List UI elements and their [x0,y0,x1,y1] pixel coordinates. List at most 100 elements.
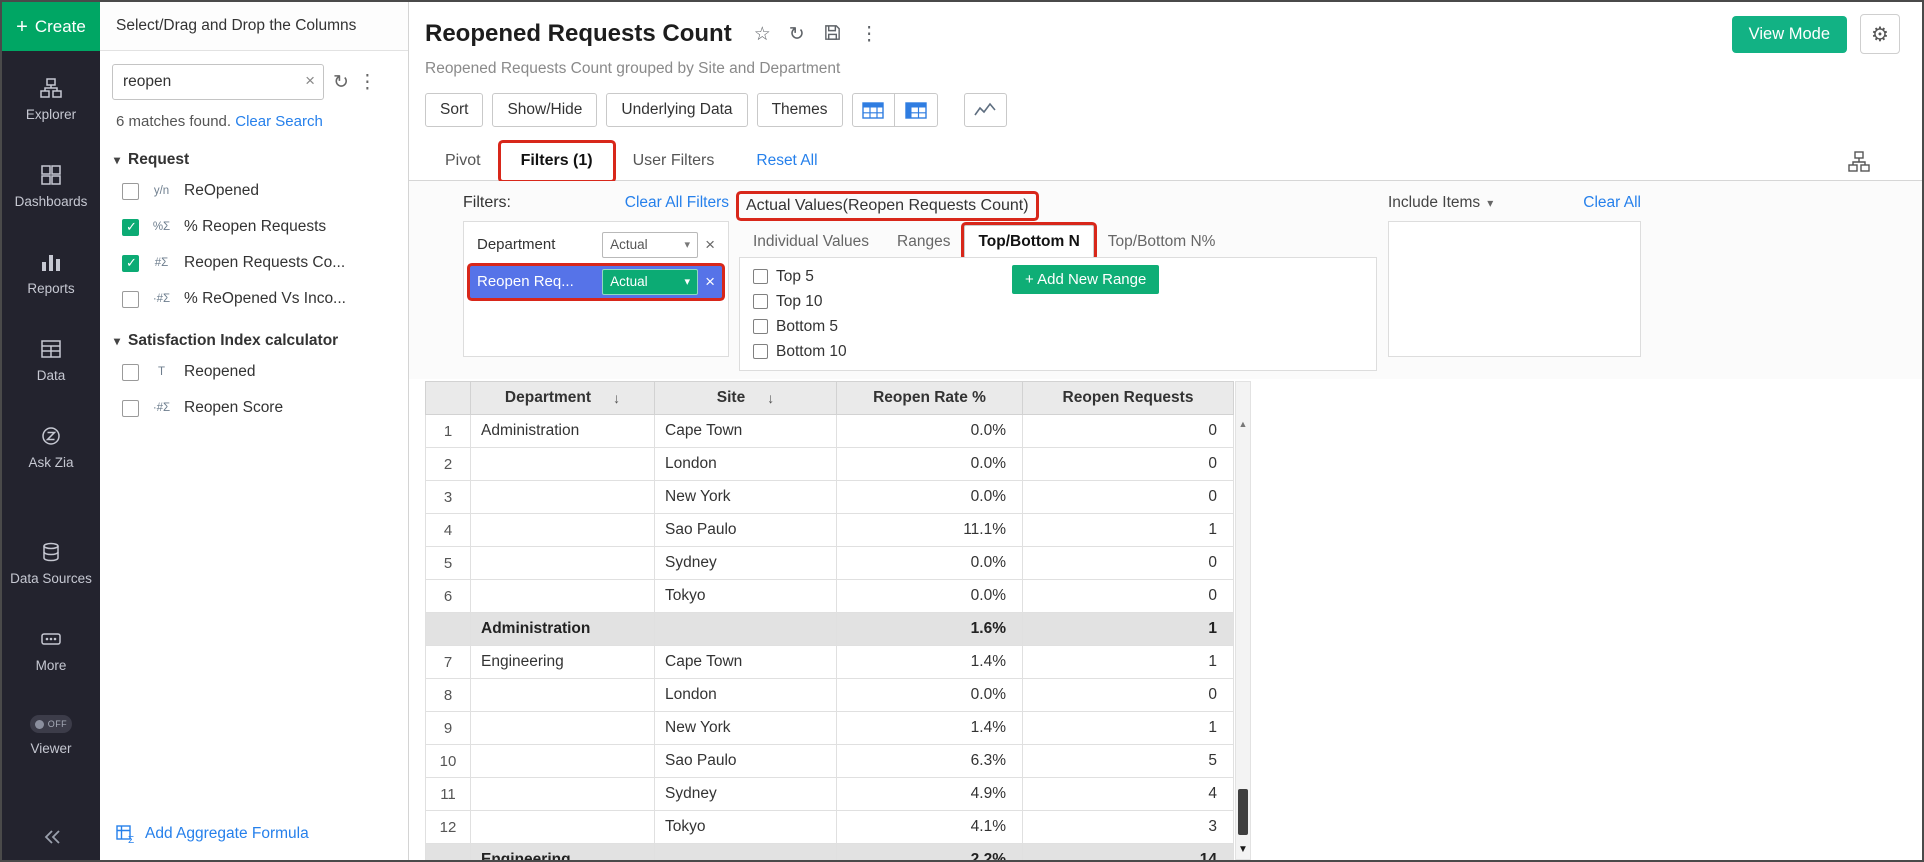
clear-search-link[interactable]: Clear Search [235,113,323,130]
checkbox[interactable] [122,400,139,417]
checkbox[interactable] [753,344,768,359]
table-row[interactable]: 12Tokyo4.1%3 [426,811,1234,844]
col-header-department[interactable]: Department↓ [471,382,655,415]
table-row[interactable]: 10Sao Paulo6.3%5 [426,745,1234,778]
checkbox[interactable] [122,219,139,236]
clear-all-link[interactable]: Clear All [1583,194,1641,212]
search-input[interactable] [112,64,324,100]
checkbox[interactable] [122,183,139,200]
add-formula-label: Add Aggregate Formula [145,825,309,843]
tree-item-reopen-requests-count[interactable]: #Σ Reopen Requests Co... [114,245,398,281]
pivot-view-button[interactable] [895,93,938,127]
sidebar-item-data-sources[interactable]: Data Sources [2,541,100,588]
sidebar-item-explorer[interactable]: Explorer [2,77,100,124]
tree-item-reopened-text[interactable]: T Reopened [114,354,398,390]
favorite-star-icon[interactable]: ☆ [754,25,771,44]
checkbox[interactable] [753,269,768,284]
sidebar-item-more[interactable]: More [2,628,100,675]
remove-filter-icon[interactable]: × [705,236,715,253]
table-row[interactable]: 7EngineeringCape Town1.4%1 [426,646,1234,679]
table-row[interactable]: 2London0.0%0 [426,448,1234,481]
spreadsheet-view-button[interactable] [852,93,895,127]
tree-group-request[interactable]: ▾ Request [114,151,398,169]
title-kebab-icon[interactable]: ⋮ [860,25,879,44]
remove-filter-icon[interactable]: × [705,273,715,290]
show-hide-button[interactable]: Show/Hide [492,93,597,127]
sidebar-item-ask-zia[interactable]: Ask Zia [2,425,100,472]
save-icon[interactable] [823,23,842,46]
collapse-sidebar-button[interactable] [2,826,100,848]
checkbox[interactable] [122,255,139,272]
table-row[interactable]: 6Tokyo0.0%0 [426,580,1234,613]
tab-ranges[interactable]: Ranges [883,225,964,258]
filter-mode-select[interactable]: Actual ▾ [602,232,698,258]
checkbox[interactable] [753,319,768,334]
tab-pivot[interactable]: Pivot [425,143,501,180]
table-scrollbar[interactable]: ▲ ▼ [1235,381,1251,860]
scrollbar-thumb[interactable] [1238,789,1248,835]
scroll-up-icon[interactable]: ▲ [1236,419,1250,429]
nav-label: Dashboards [15,194,88,211]
include-items-dropdown[interactable]: Include Items ▾ [1388,194,1493,212]
add-new-range-button[interactable]: + Add New Range [1012,265,1159,294]
table-row[interactable]: 5Sydney0.0%0 [426,547,1234,580]
view-mode-button[interactable]: View Mode [1732,16,1847,53]
columns-tree: ▾ Request y/n ReOpened %Σ % Reopen Reque… [100,132,408,808]
tab-individual-values[interactable]: Individual Values [739,225,883,258]
tab-top-bottom-n-pct[interactable]: Top/Bottom N% [1094,225,1230,258]
summary-row[interactable]: Engineering2.2%14 [426,844,1234,860]
tree-item-pct-reopen-requests[interactable]: %Σ % Reopen Requests [114,209,398,245]
tree-item-reopened-yn[interactable]: y/n ReOpened [114,173,398,209]
panel-kebab-icon[interactable]: ⋮ [358,73,377,92]
convert-to-chart-button[interactable] [964,93,1007,127]
settings-gear-button[interactable]: ⚙ [1860,14,1900,54]
reset-all-link[interactable]: Reset All [756,143,817,180]
sidebar-item-viewer[interactable]: OFF Viewer [2,715,100,758]
clear-all-filters-link[interactable]: Clear All Filters [625,194,729,212]
checkbox[interactable] [753,294,768,309]
table-row[interactable]: 4Sao Paulo11.1%1 [426,514,1234,547]
filter-chip-reopen-requests[interactable]: Reopen Req... Actual ▾ × [470,266,722,298]
table-row[interactable]: 3New York0.0%0 [426,481,1234,514]
summary-row[interactable]: Administration1.6%1 [426,613,1234,646]
chevron-down-icon[interactable]: ▾ [114,334,120,348]
option-top-10[interactable]: Top 10 [753,293,1376,311]
table-row[interactable]: 11Sydney4.9%4 [426,778,1234,811]
tab-top-bottom-n[interactable]: Top/Bottom N [964,225,1093,258]
tree-group-satisfaction-index[interactable]: ▾ Satisfaction Index calculator [114,332,398,350]
sort-desc-icon[interactable]: ↓ [613,390,620,406]
refresh-columns-icon[interactable]: ↻ [333,73,349,92]
percent-aggregate-icon: %Σ [148,221,175,233]
add-aggregate-formula-button[interactable]: Σ Add Aggregate Formula [100,808,408,860]
chevron-down-icon[interactable]: ▾ [114,153,120,167]
table-row[interactable]: 8London0.0%0 [426,679,1234,712]
option-bottom-5[interactable]: Bottom 5 [753,318,1376,336]
create-button[interactable]: + Create [2,2,100,51]
col-header-reopen-rate[interactable]: Reopen Rate % [837,382,1023,415]
option-bottom-10[interactable]: Bottom 10 [753,343,1376,361]
viewer-off-toggle[interactable]: OFF [30,715,72,733]
filter-chip-department[interactable]: Department Actual ▾ × [470,229,722,261]
tab-filters[interactable]: Filters (1) [501,143,613,180]
clear-search-icon[interactable]: × [305,71,315,91]
col-header-site[interactable]: Site↓ [655,382,837,415]
col-header-reopen-requests[interactable]: Reopen Requests [1023,382,1234,415]
tab-user-filters[interactable]: User Filters [613,143,735,180]
scroll-down-icon[interactable]: ▼ [1236,844,1250,855]
sidebar-item-data[interactable]: Data [2,338,100,385]
tree-item-reopen-score[interactable]: ·#Σ Reopen Score [114,390,398,426]
checkbox[interactable] [122,364,139,381]
sidebar-item-reports[interactable]: Reports [2,251,100,298]
tree-item-pct-reopened-vs-incoming[interactable]: ·#Σ % ReOpened Vs Inco... [114,281,398,317]
sidebar-item-dashboards[interactable]: Dashboards [2,164,100,211]
hierarchy-view-button[interactable] [1848,143,1870,180]
themes-button[interactable]: Themes [757,93,843,127]
sort-button[interactable]: Sort [425,93,483,127]
filter-mode-select[interactable]: Actual ▾ [602,269,698,295]
underlying-data-button[interactable]: Underlying Data [606,93,747,127]
table-row[interactable]: 1AdministrationCape Town0.0%0 [426,415,1234,448]
table-row[interactable]: 9New York1.4%1 [426,712,1234,745]
refresh-report-icon[interactable]: ↻ [789,25,805,44]
sort-desc-icon[interactable]: ↓ [767,390,774,406]
checkbox[interactable] [122,291,139,308]
